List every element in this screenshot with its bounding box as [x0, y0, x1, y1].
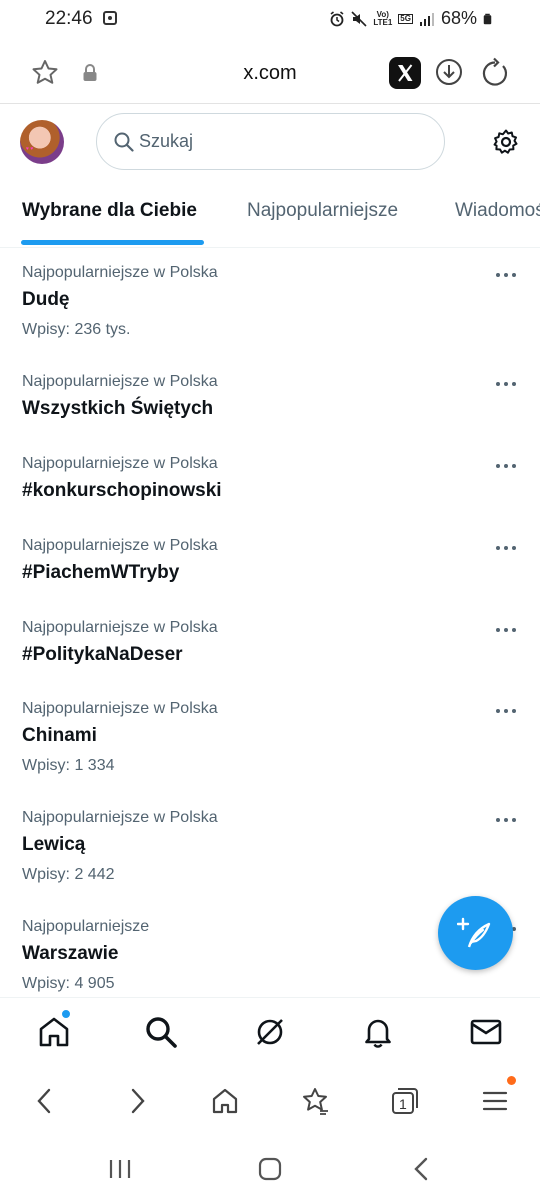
- status-time: 22:46: [45, 8, 93, 29]
- reload-icon[interactable]: [480, 57, 510, 87]
- back-arrow-icon[interactable]: [30, 1086, 60, 1116]
- trend-list: Najpopularniejsze w Polska Dudę Wpisy: 2…: [0, 248, 540, 996]
- trend-item[interactable]: Najpopularniejsze w Polska #PolitykaNaDe…: [0, 619, 540, 681]
- trend-context: Najpopularniejsze w Polska: [22, 619, 218, 636]
- trend-name: Chinami: [22, 725, 97, 746]
- avatar[interactable]: ♥ ♥: [20, 120, 64, 164]
- more-options-icon[interactable]: [494, 377, 518, 391]
- recent-apps-icon[interactable]: [107, 1156, 133, 1182]
- messages-envelope-icon[interactable]: [469, 1015, 503, 1049]
- trend-name: Lewicą: [22, 834, 86, 855]
- more-options-icon[interactable]: [494, 541, 518, 555]
- notifications-bell-icon[interactable]: [361, 1015, 395, 1049]
- more-options-icon[interactable]: [494, 623, 518, 637]
- battery-percent: 68%: [440, 8, 477, 28]
- alarm-icon: [330, 10, 344, 26]
- trend-name: Dudę: [22, 289, 70, 310]
- trend-context: Najpopularniejsze w Polska: [22, 264, 218, 281]
- android-home-icon[interactable]: [257, 1156, 283, 1182]
- android-back-icon[interactable]: [409, 1156, 435, 1182]
- browser-home-icon[interactable]: [210, 1086, 240, 1116]
- trend-context: Najpopularniejsze w Polska: [22, 537, 218, 554]
- trend-context: Najpopularniejsze: [22, 918, 150, 935]
- screen-recorder-icon: [103, 11, 117, 25]
- download-icon[interactable]: [434, 57, 464, 87]
- tab-count: 1: [399, 1096, 407, 1112]
- trend-context: Najpopularniejsze w Polska: [22, 700, 218, 717]
- tab-for-you[interactable]: Wybrane dla Ciebie: [22, 200, 197, 222]
- trend-context: Najpopularniejsze w Polska: [22, 809, 218, 826]
- signal-icon: [419, 12, 434, 26]
- compose-post-button[interactable]: [438, 896, 513, 970]
- android-nav-bar: [0, 1136, 540, 1200]
- trend-name: #PiachemWTryby: [22, 562, 180, 583]
- trend-item[interactable]: Najpopularniejsze w Polska Dudę Wpisy: 2…: [0, 264, 540, 354]
- lte-label: LTE1: [373, 17, 393, 27]
- menu-icon[interactable]: [480, 1086, 510, 1116]
- status-bar: 22:46 Vo) LTE1 5G 68%: [0, 0, 540, 40]
- trend-name: Wszystkich Świętych: [22, 398, 214, 419]
- status-icons: Vo) LTE1 5G 68%: [329, 8, 495, 29]
- avatar-image-overlay: ♥ ♥: [26, 146, 34, 152]
- search-icon: [114, 132, 134, 152]
- more-options-icon[interactable]: [494, 704, 518, 718]
- trend-item[interactable]: Najpopularniejsze w Polska #PiachemWTryb…: [0, 537, 540, 599]
- x-bottom-nav: [0, 997, 540, 1065]
- forward-arrow-icon[interactable]: [122, 1086, 152, 1116]
- trend-item[interactable]: Najpopularniejsze w Polska Lewicą Wpisy:…: [0, 809, 540, 899]
- bookmarks-star-icon[interactable]: [300, 1086, 330, 1116]
- active-tab-indicator: [21, 240, 204, 245]
- compose-feather-icon: [457, 917, 491, 948]
- more-options-icon[interactable]: [494, 813, 518, 827]
- network-volte: Vo) LTE1: [373, 10, 393, 27]
- trend-count: Wpisy: 2 442: [22, 866, 115, 883]
- tab-news[interactable]: Wiadomości: [455, 200, 540, 222]
- explore-search-icon[interactable]: [144, 1015, 178, 1049]
- tabs-icon[interactable]: 1: [390, 1086, 420, 1116]
- trend-item[interactable]: Najpopularniejsze w Polska #konkurschopi…: [0, 455, 540, 517]
- home-notification-dot: [61, 1009, 71, 1019]
- browser-url-bar: x.com: [0, 44, 540, 104]
- grok-icon[interactable]: [253, 1015, 287, 1049]
- x-app-icon[interactable]: [389, 57, 421, 89]
- menu-badge: [507, 1076, 516, 1085]
- trend-item[interactable]: Najpopularniejsze w Polska Chinami Wpisy…: [0, 700, 540, 790]
- browser-toolbar: 1: [0, 1066, 540, 1134]
- search-box[interactable]: [96, 113, 445, 170]
- trend-count: Wpisy: 236 tys.: [22, 321, 131, 338]
- trend-count: Wpisy: 4 905: [22, 975, 115, 992]
- trend-count: Wpisy: 1 334: [22, 757, 115, 774]
- more-options-icon[interactable]: [494, 268, 518, 282]
- trend-context: Najpopularniejsze w Polska: [22, 373, 218, 390]
- search-input[interactable]: [139, 114, 429, 169]
- trend-name: #konkurschopinowski: [22, 480, 222, 501]
- trend-name: #PolitykaNaDeser: [22, 644, 183, 665]
- gear-icon[interactable]: [492, 128, 520, 156]
- mute-icon: [351, 10, 367, 27]
- network-5g: 5G: [398, 13, 413, 24]
- explore-tabs: Wybrane dla Ciebie Najpopularniejsze Wia…: [0, 178, 540, 248]
- battery-icon: [483, 13, 492, 24]
- trend-context: Najpopularniejsze w Polska: [22, 455, 218, 472]
- home-icon[interactable]: [37, 1015, 71, 1049]
- trend-item[interactable]: Najpopularniejsze w Polska Wszystkich Św…: [0, 373, 540, 435]
- more-options-icon[interactable]: [494, 459, 518, 473]
- trend-name: Warszawie: [22, 943, 119, 964]
- tab-trending[interactable]: Najpopularniejsze: [247, 200, 398, 222]
